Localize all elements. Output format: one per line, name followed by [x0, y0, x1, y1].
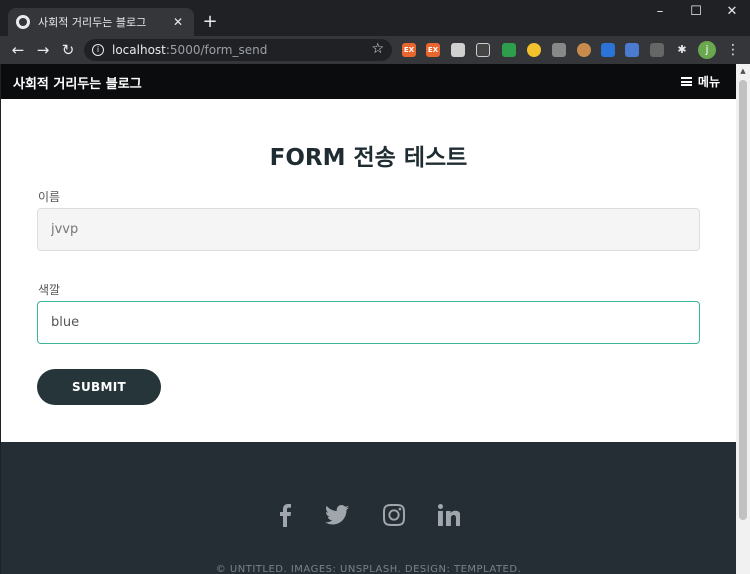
scroll-up-icon[interactable]: ▲ — [739, 66, 747, 76]
page-scrollbar[interactable]: ▲ — [736, 64, 750, 574]
linkedin-icon[interactable] — [436, 502, 462, 528]
minimize-icon[interactable]: – — [642, 2, 678, 22]
browser-toolbar: ← → ↻ i localhost:5000/form_send ☆ EX EX… — [0, 36, 750, 64]
extension-emoji-icon[interactable] — [527, 43, 541, 57]
site-logo[interactable]: 사회적 거리두는 블로그 — [13, 73, 142, 92]
url-path: :5000/form_send — [165, 43, 268, 57]
extension-ex2-icon[interactable]: EX — [426, 43, 440, 57]
kebab-menu-icon[interactable]: ⋮ — [725, 40, 741, 60]
extension-ex-icon[interactable]: EX — [402, 43, 416, 57]
scroll-thumb[interactable] — [739, 80, 747, 520]
bookmark-star-icon[interactable]: ☆ — [371, 41, 384, 57]
twitter-icon[interactable] — [324, 502, 350, 528]
extension-shield-icon[interactable] — [502, 43, 516, 57]
submit-button[interactable]: SUBMIT — [37, 369, 161, 405]
instagram-icon[interactable] — [381, 502, 407, 528]
url-host: localhost — [112, 43, 166, 57]
browser-tabstrip: 사회적 거리두는 블로그 ✕ + – ☐ ✕ — [0, 0, 750, 36]
page-title: FORM 전송 테스트 — [269, 145, 468, 171]
extension-translate-icon[interactable] — [601, 43, 615, 57]
browser-tab[interactable]: 사회적 거리두는 블로그 ✕ — [8, 8, 194, 36]
back-arrow-icon[interactable]: ← — [8, 40, 28, 60]
extension-bar-icon[interactable] — [552, 43, 566, 57]
maximize-icon[interactable]: ☐ — [678, 2, 714, 22]
extension-new-icon[interactable] — [625, 43, 639, 57]
new-tab-button[interactable]: + — [200, 12, 220, 32]
hamburger-icon — [680, 77, 692, 86]
color-input[interactable] — [37, 301, 700, 344]
info-icon[interactable]: i — [92, 44, 104, 56]
extension-badge-icon[interactable] — [476, 43, 490, 57]
name-input[interactable] — [37, 208, 700, 251]
page-viewport: 사회적 거리두는 블로그 메뉴 FORM 전송 테스트 이름 색깔 SUBMIT… — [1, 64, 736, 574]
facebook-icon[interactable] — [272, 502, 298, 528]
globe-icon — [16, 15, 30, 29]
extension-c-icon[interactable] — [650, 43, 664, 57]
forward-arrow-icon[interactable]: → — [33, 40, 53, 60]
extension-cookie-icon[interactable] — [577, 43, 591, 57]
color-label: 색깔 — [38, 283, 61, 297]
close-tab-icon[interactable]: ✕ — [170, 15, 186, 29]
menu-label: 메뉴 — [697, 75, 720, 89]
profile-avatar[interactable]: j — [698, 41, 716, 59]
address-bar[interactable]: i localhost:5000/form_send ☆ — [84, 39, 392, 61]
copyright-text: © UNTITLED. IMAGES: UNSPLASH. DESIGN: TE… — [215, 564, 522, 574]
name-label: 이름 — [38, 190, 61, 204]
site-header: 사회적 거리두는 블로그 메뉴 — [1, 64, 736, 99]
extension-printer-icon[interactable] — [451, 43, 465, 57]
tab-title: 사회적 거리두는 블로그 — [38, 16, 147, 29]
menu-button[interactable]: 메뉴 — [680, 73, 720, 90]
close-window-icon[interactable]: ✕ — [714, 2, 750, 22]
site-footer: © UNTITLED. IMAGES: UNSPLASH. DESIGN: TE… — [1, 442, 736, 574]
reload-icon[interactable]: ↻ — [58, 40, 78, 60]
puzzle-icon[interactable]: ✱ — [675, 43, 689, 57]
